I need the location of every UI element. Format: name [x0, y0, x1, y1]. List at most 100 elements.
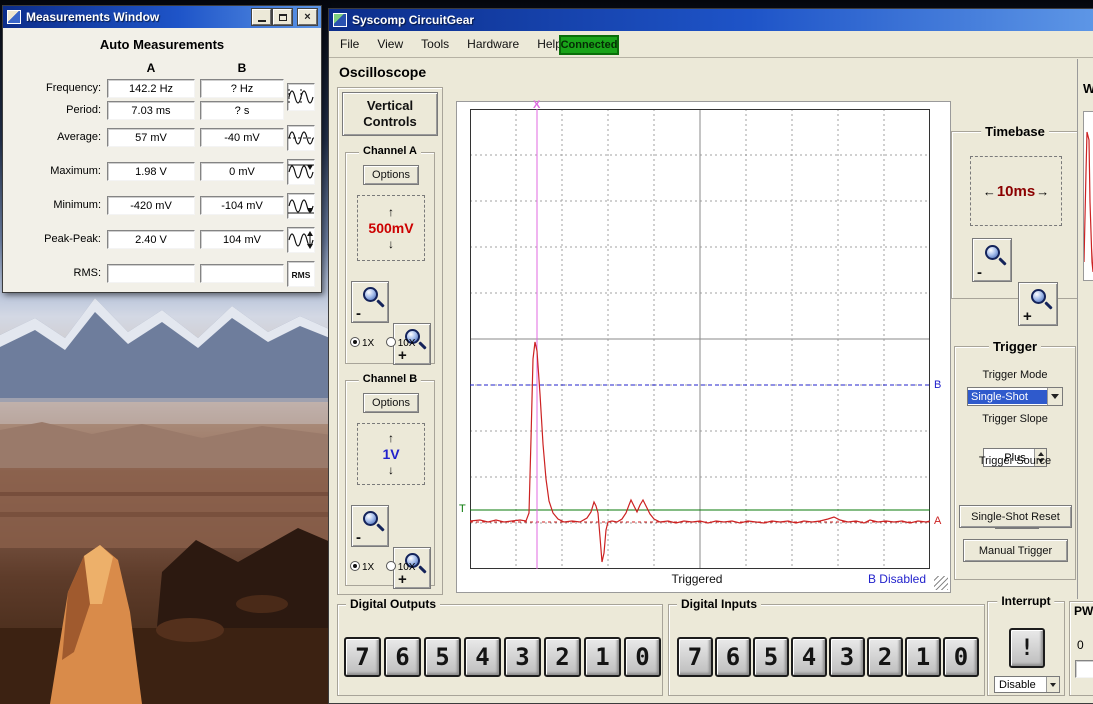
- minus-sign: -: [356, 530, 361, 545]
- trigger-legend: Trigger: [989, 339, 1041, 354]
- close-icon: ×: [304, 12, 310, 23]
- channel-a-probe-radios: 1X 10X: [350, 333, 415, 351]
- column-header-b: B: [200, 61, 284, 75]
- digital-output-6[interactable]: 6: [384, 637, 421, 677]
- measurements-body: Auto Measurements A B Frequency: 142.2 H…: [6, 31, 318, 289]
- measurements-window-titlebar[interactable]: Measurements Window ×: [3, 6, 321, 28]
- measurement-label: Minimum:: [6, 199, 101, 211]
- magnifier-minus-icon: [983, 244, 1007, 268]
- channel-b-zoom-out-button[interactable]: -: [351, 505, 389, 547]
- measurement-row-period: Period: 7.03 ms ? s: [6, 101, 318, 120]
- peakpeak-b-value: 104 mV: [200, 230, 284, 249]
- digital-output-5[interactable]: 5: [424, 637, 461, 677]
- channel-b-label[interactable]: B: [934, 379, 941, 391]
- resize-grip[interactable]: [934, 576, 948, 590]
- frequency-a-value: 142.2 Hz: [107, 79, 195, 98]
- menu-tools[interactable]: Tools: [420, 35, 450, 53]
- combo-arrow-button[interactable]: [1047, 388, 1062, 405]
- radio-icon: [386, 337, 396, 347]
- oscilloscope-section-title: Oscilloscope: [339, 64, 426, 80]
- interrupt-mode-combobox[interactable]: Disable: [994, 676, 1060, 693]
- channel-b-options-button[interactable]: Options: [363, 393, 419, 413]
- radio-selected-icon: [350, 561, 360, 571]
- single-shot-reset-button[interactable]: Single-Shot Reset: [959, 505, 1072, 528]
- digital-output-1[interactable]: 1: [584, 637, 621, 677]
- magnifier-minus-icon: [361, 286, 385, 310]
- channel-a-range-value: 500mV: [368, 220, 413, 236]
- circuitgear-titlebar[interactable]: Syscomp CircuitGear: [329, 9, 1093, 31]
- vertical-controls-panel: Vertical Controls Channel A Options ↑ 50…: [337, 87, 443, 595]
- interrupt-panel: Interrupt ! Disable: [987, 601, 1065, 696]
- maximize-button[interactable]: [273, 9, 292, 25]
- rms-b-value: [200, 264, 284, 283]
- channel-a-10x-radio[interactable]: 10X: [386, 333, 416, 350]
- channel-b-probe-radios: 1X 10X: [350, 557, 415, 575]
- scope-display[interactable]: X T B A Triggered B Disabled: [456, 101, 951, 593]
- channel-a-legend: Channel A: [359, 145, 421, 157]
- trigger-panel: Trigger Trigger Mode Single-Shot Trigger…: [954, 346, 1076, 580]
- digital-input-0: 0: [943, 637, 979, 677]
- digital-output-2[interactable]: 2: [544, 637, 581, 677]
- channel-a-range-display: ↑ 500mV ↓: [357, 195, 425, 261]
- measurement-row-average: Average: 57 mV -40 mV: [6, 128, 318, 147]
- x-cursor-label[interactable]: X: [533, 99, 540, 111]
- menu-file[interactable]: File: [339, 35, 360, 53]
- left-arrow-icon: ←: [983, 184, 996, 199]
- measurement-row-frequency: Frequency: 142.2 Hz ? Hz: [6, 79, 318, 98]
- digital-output-7[interactable]: 7: [344, 637, 381, 677]
- channel-a-1x-radio[interactable]: 1X: [350, 333, 374, 350]
- maximize-icon: [279, 14, 287, 21]
- timebase-legend: Timebase: [981, 124, 1049, 139]
- connected-indicator[interactable]: Connected: [559, 35, 619, 55]
- pwm-value: 0: [1077, 638, 1084, 652]
- interrupt-button[interactable]: !: [1009, 628, 1045, 668]
- waveform-preview-trace: [1084, 112, 1093, 281]
- interrupt-legend: Interrupt: [997, 594, 1054, 608]
- measurement-label: Peak-Peak:: [6, 233, 101, 245]
- digital-output-3[interactable]: 3: [504, 637, 541, 677]
- pwm-entry-sliver[interactable]: [1075, 660, 1093, 678]
- scope-plot[interactable]: [470, 109, 930, 569]
- radio-icon: [386, 561, 396, 571]
- trigger-source-label: Trigger Source: [955, 455, 1075, 467]
- channel-a-frame: Channel A Options ↑ 500mV ↓ - + 1X 10: [345, 152, 435, 364]
- channel-b-range-value: 1V: [382, 446, 399, 462]
- close-button[interactable]: ×: [298, 9, 317, 25]
- peakpeak-a-value: 2.40 V: [107, 230, 195, 249]
- timebase-zoom-out-button[interactable]: -: [972, 238, 1012, 282]
- up-arrow-icon: ↑: [388, 432, 394, 444]
- manual-trigger-button[interactable]: Manual Trigger: [963, 539, 1068, 562]
- digital-input-4: 4: [791, 637, 827, 677]
- measurements-window-title: Measurements Window: [26, 10, 250, 24]
- magnifier-minus-icon: [361, 510, 385, 534]
- minus-sign: -: [977, 265, 982, 280]
- measurements-header: Auto Measurements: [6, 37, 318, 52]
- menu-hardware[interactable]: Hardware: [466, 35, 520, 53]
- trigger-mode-combobox[interactable]: Single-Shot: [967, 387, 1063, 406]
- digital-output-0[interactable]: 0: [624, 637, 661, 677]
- minus-sign: -: [356, 306, 361, 321]
- channel-a-label[interactable]: A: [934, 515, 941, 527]
- channel-a-zoom-out-button[interactable]: -: [351, 281, 389, 323]
- channel-b-10x-radio[interactable]: 10X: [386, 557, 416, 574]
- minimize-button[interactable]: [252, 9, 271, 25]
- minimum-icon: [287, 193, 315, 219]
- digital-output-4[interactable]: 4: [464, 637, 501, 677]
- combo-arrow-button[interactable]: [1046, 677, 1059, 692]
- trigger-status: Triggered: [597, 572, 797, 586]
- channel-a-options-button[interactable]: Options: [363, 165, 419, 185]
- timebase-zoom-in-button[interactable]: +: [1018, 282, 1058, 326]
- trigger-level-label[interactable]: T: [459, 503, 466, 515]
- measurement-row-maximum: Maximum: 1.98 V 0 mV: [6, 162, 318, 181]
- rms-icon: RMS: [287, 261, 315, 287]
- digital-inputs-panel: Digital Inputs 7 6 5 4 3 2 1 0: [668, 604, 985, 696]
- menu-view[interactable]: View: [376, 35, 404, 53]
- channel-b-1x-radio[interactable]: 1X: [350, 557, 374, 574]
- average-b-value: -40 mV: [200, 128, 284, 147]
- maximum-a-value: 1.98 V: [107, 162, 195, 181]
- maximum-icon: [287, 159, 315, 185]
- timebase-display: ← 10ms →: [970, 156, 1062, 226]
- measurement-row-rms: RMS:: [6, 264, 318, 283]
- measurements-window-icon: [7, 10, 21, 24]
- interrupt-mode-value: Disable: [995, 679, 1036, 691]
